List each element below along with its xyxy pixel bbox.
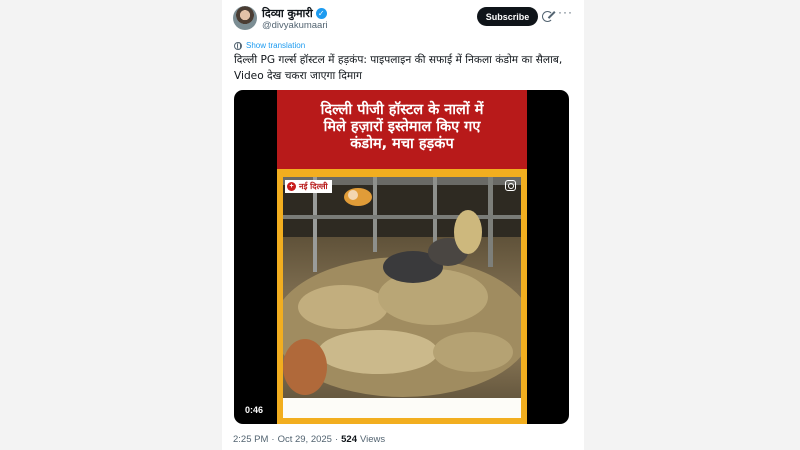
- meta-separator: ·: [334, 434, 339, 445]
- tweet-text-line-1: दिल्ली PG गर्ल्स हॉस्टल में हड़कंप: पाइप…: [234, 54, 563, 66]
- author-handle[interactable]: @divyakumaari: [262, 20, 328, 31]
- tweet-date[interactable]: Oct 29, 2025: [278, 434, 332, 445]
- video-duration: 0:46: [245, 405, 264, 415]
- video-frame: दिल्ली पीजी हॉस्टल के नालों में मिले हज़…: [277, 90, 527, 424]
- show-translation-link[interactable]: Show translation: [246, 41, 305, 50]
- more-icon[interactable]: ···: [558, 5, 573, 19]
- show-translation[interactable]: Show translation: [234, 41, 305, 50]
- headline-line-3: कंडोम, मचा हड़कंप: [350, 136, 454, 152]
- grok-icon[interactable]: [542, 11, 553, 22]
- tweet-text: दिल्ली PG गर्ल्स हॉस्टल में हड़कंप: पाइप…: [234, 52, 574, 84]
- author-name-row: दिव्या कुमारी ✓: [262, 6, 327, 21]
- tweet-time[interactable]: 2:25 PM: [233, 434, 268, 445]
- meta-separator: ·: [271, 434, 275, 445]
- author-name[interactable]: दिव्या कुमारी: [262, 6, 313, 21]
- headline-banner: दिल्ली पीजी हॉस्टल के नालों में मिले हज़…: [277, 90, 527, 169]
- headline-line-1: दिल्ली पीजी हॉस्टल के नालों में: [320, 102, 484, 118]
- tweet-meta: 2:25 PM · Oct 29, 2025 · 524 Views: [233, 434, 385, 445]
- channel-logo-icon: +: [287, 182, 296, 191]
- verified-badge-icon: ✓: [315, 8, 327, 19]
- headline-line-2: मिले हज़ारों इस्तेमाल किए गए: [323, 119, 481, 135]
- caption-strip: [283, 398, 521, 418]
- subscribe-button[interactable]: Subscribe: [477, 7, 538, 26]
- place-text: नई दिल्ली: [299, 182, 328, 191]
- place-label: + नई दिल्ली: [285, 180, 332, 193]
- instagram-icon: [505, 180, 516, 191]
- views-count: 524: [341, 434, 357, 445]
- video-player[interactable]: दिल्ली पीजी हॉस्टल के नालों में मिले हज़…: [234, 90, 569, 424]
- views-label: Views: [360, 434, 386, 445]
- tweet-text-line-2: Video देख चकरा जाएगा दिमाग: [234, 70, 362, 82]
- avatar[interactable]: [233, 6, 257, 30]
- globe-icon: [234, 41, 242, 50]
- video-scene: [283, 177, 521, 397]
- video-content: + नई दिल्ली: [283, 177, 521, 398]
